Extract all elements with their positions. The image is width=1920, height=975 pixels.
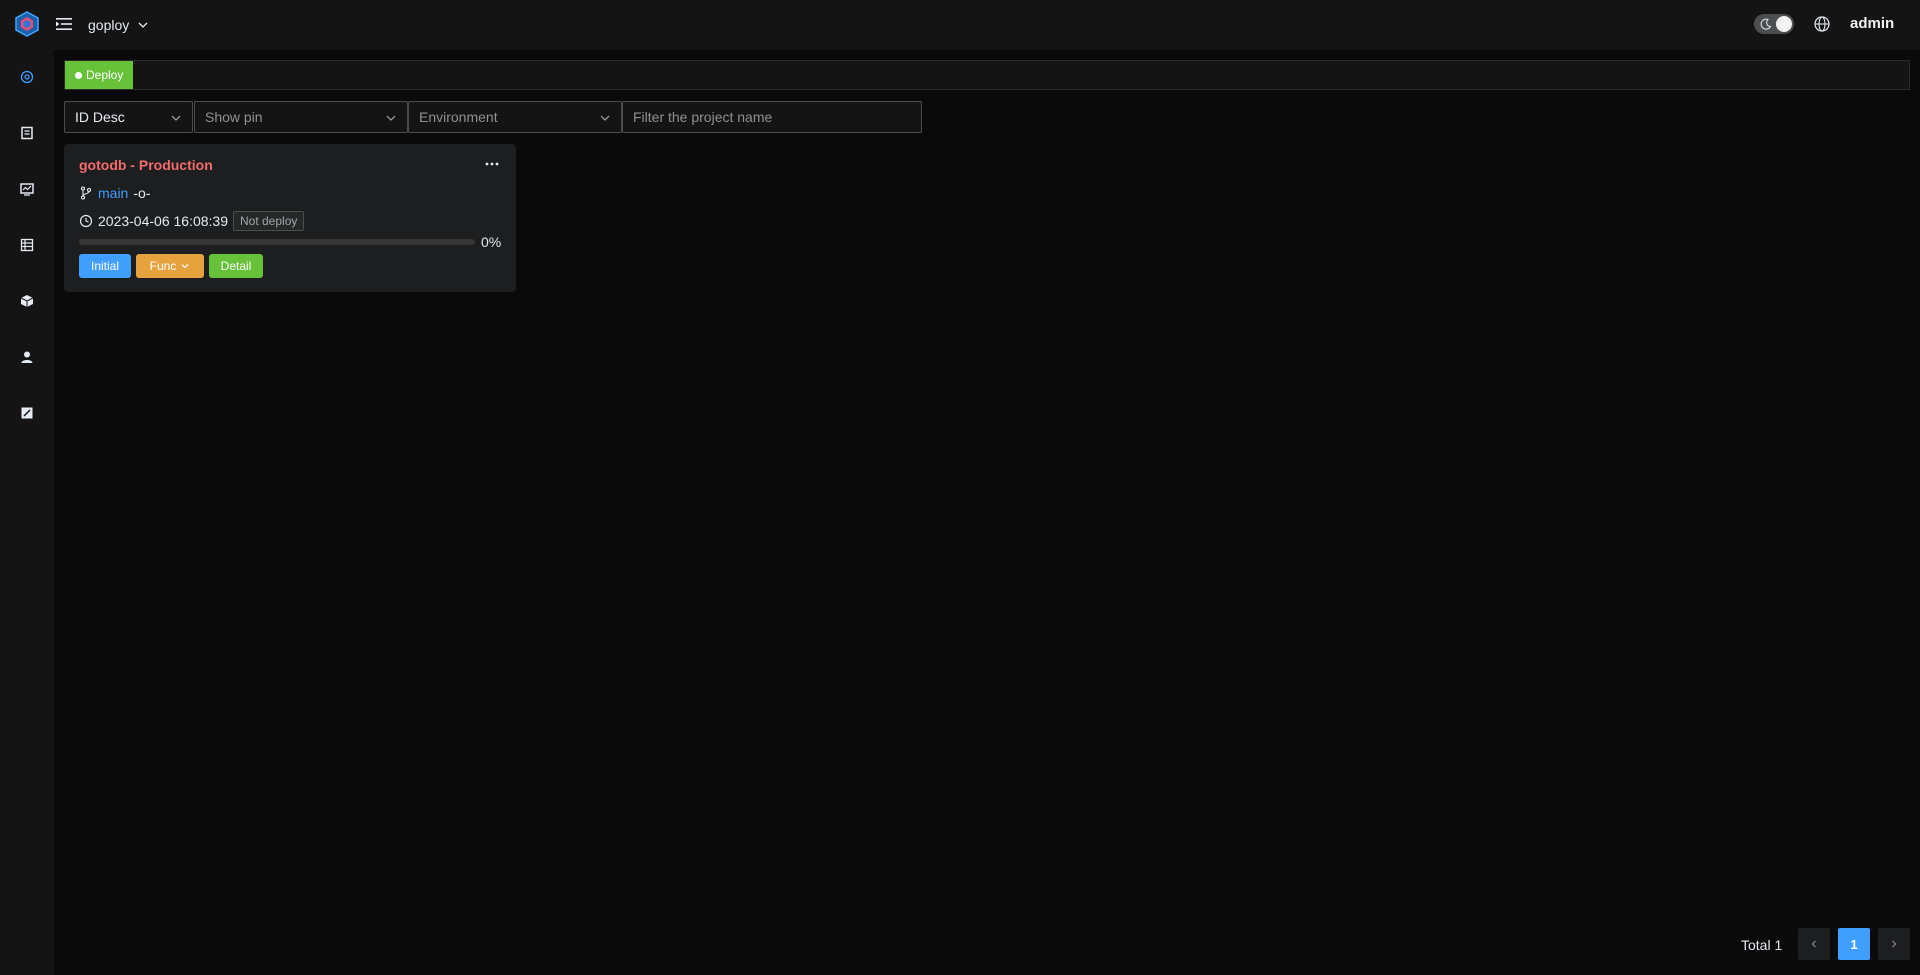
- time-row: 2023-04-06 16:08:39 Not deploy: [79, 211, 305, 231]
- sidebar-item-monitor[interactable]: [17, 179, 37, 199]
- user-icon: [21, 351, 33, 363]
- func-button-label: Func: [149, 259, 177, 273]
- deploy-time: 2023-04-06 16:08:39: [98, 213, 228, 229]
- sidebar-item-package[interactable]: [17, 291, 37, 311]
- chevron-left-icon: [1811, 940, 1816, 948]
- project-card: gotodb - Production main -o- 2023-04-06 …: [64, 144, 516, 292]
- chevron-down-icon: [181, 264, 189, 269]
- chevron-down-icon: [386, 115, 396, 121]
- pin-select[interactable]: Show pin: [194, 101, 408, 133]
- log-book-icon: [21, 126, 33, 140]
- sort-select-value: ID Desc: [75, 109, 125, 125]
- sidebar-item-deploy[interactable]: [17, 67, 37, 87]
- environment-select-placeholder: Environment: [419, 109, 498, 125]
- user-menu[interactable]: admin: [1850, 15, 1894, 32]
- pagination-total: Total 1: [1741, 937, 1783, 953]
- chevron-down-icon: [138, 22, 148, 28]
- deploy-icon: [20, 70, 34, 84]
- project-name-filter[interactable]: [622, 101, 922, 133]
- sort-select[interactable]: ID Desc: [64, 101, 193, 133]
- top-header: goploy admin: [0, 0, 1920, 50]
- branch-link[interactable]: main: [98, 185, 128, 201]
- sidebar-item-member[interactable]: [17, 347, 37, 367]
- environment-select[interactable]: Environment: [408, 101, 622, 133]
- goploy-logo-icon[interactable]: [14, 11, 40, 37]
- server-list-icon: [20, 238, 34, 252]
- func-dropdown-button[interactable]: Func: [136, 254, 204, 278]
- more-horizontal-icon[interactable]: [485, 161, 499, 167]
- chevron-down-icon: [171, 115, 181, 121]
- deploy-progress-bar: [79, 239, 475, 245]
- detail-button[interactable]: Detail: [209, 254, 263, 278]
- dark-mode-toggle[interactable]: [1754, 14, 1794, 34]
- edit-document-icon: [21, 407, 33, 419]
- tab-deploy[interactable]: Deploy: [65, 61, 134, 89]
- commit-icon: -o-: [133, 185, 151, 201]
- pin-select-placeholder: Show pin: [205, 109, 263, 125]
- moon-icon: [1760, 18, 1772, 30]
- page-number-button[interactable]: 1: [1838, 928, 1870, 960]
- chevron-right-icon: [1892, 940, 1897, 948]
- project-title[interactable]: gotodb - Production: [79, 157, 213, 173]
- menu-fold-icon[interactable]: [55, 15, 73, 33]
- chevron-down-icon: [600, 115, 610, 121]
- clock-icon: [79, 214, 93, 228]
- sidebar-item-namespace[interactable]: [17, 403, 37, 423]
- language-globe-icon[interactable]: [1813, 15, 1831, 33]
- main-content: Deploy ID Desc Show pin Environment goto…: [54, 50, 1920, 975]
- project-name-input[interactable]: [633, 109, 911, 125]
- namespace-select[interactable]: goploy: [88, 14, 149, 36]
- monitor-icon: [20, 183, 34, 196]
- tags-view-bar: Deploy: [64, 60, 1910, 90]
- pagination: Total 1 1: [54, 928, 1920, 960]
- prev-page-button[interactable]: [1798, 928, 1830, 960]
- sidebar-item-log[interactable]: [17, 123, 37, 143]
- active-dot: [75, 71, 82, 79]
- sidebar: [0, 50, 54, 975]
- initial-button[interactable]: Initial: [79, 254, 131, 278]
- toggle-knob: [1776, 16, 1792, 32]
- progress-percent: 0%: [481, 234, 502, 250]
- sidebar-item-server[interactable]: [17, 235, 37, 255]
- package-icon: [20, 295, 34, 307]
- next-page-button[interactable]: [1878, 928, 1910, 960]
- branch-row: main -o-: [79, 185, 150, 201]
- namespace-label: goploy: [88, 17, 130, 33]
- tab-deploy-label: Deploy: [86, 68, 124, 82]
- git-branch-icon: [80, 186, 92, 200]
- status-badge: Not deploy: [233, 211, 305, 231]
